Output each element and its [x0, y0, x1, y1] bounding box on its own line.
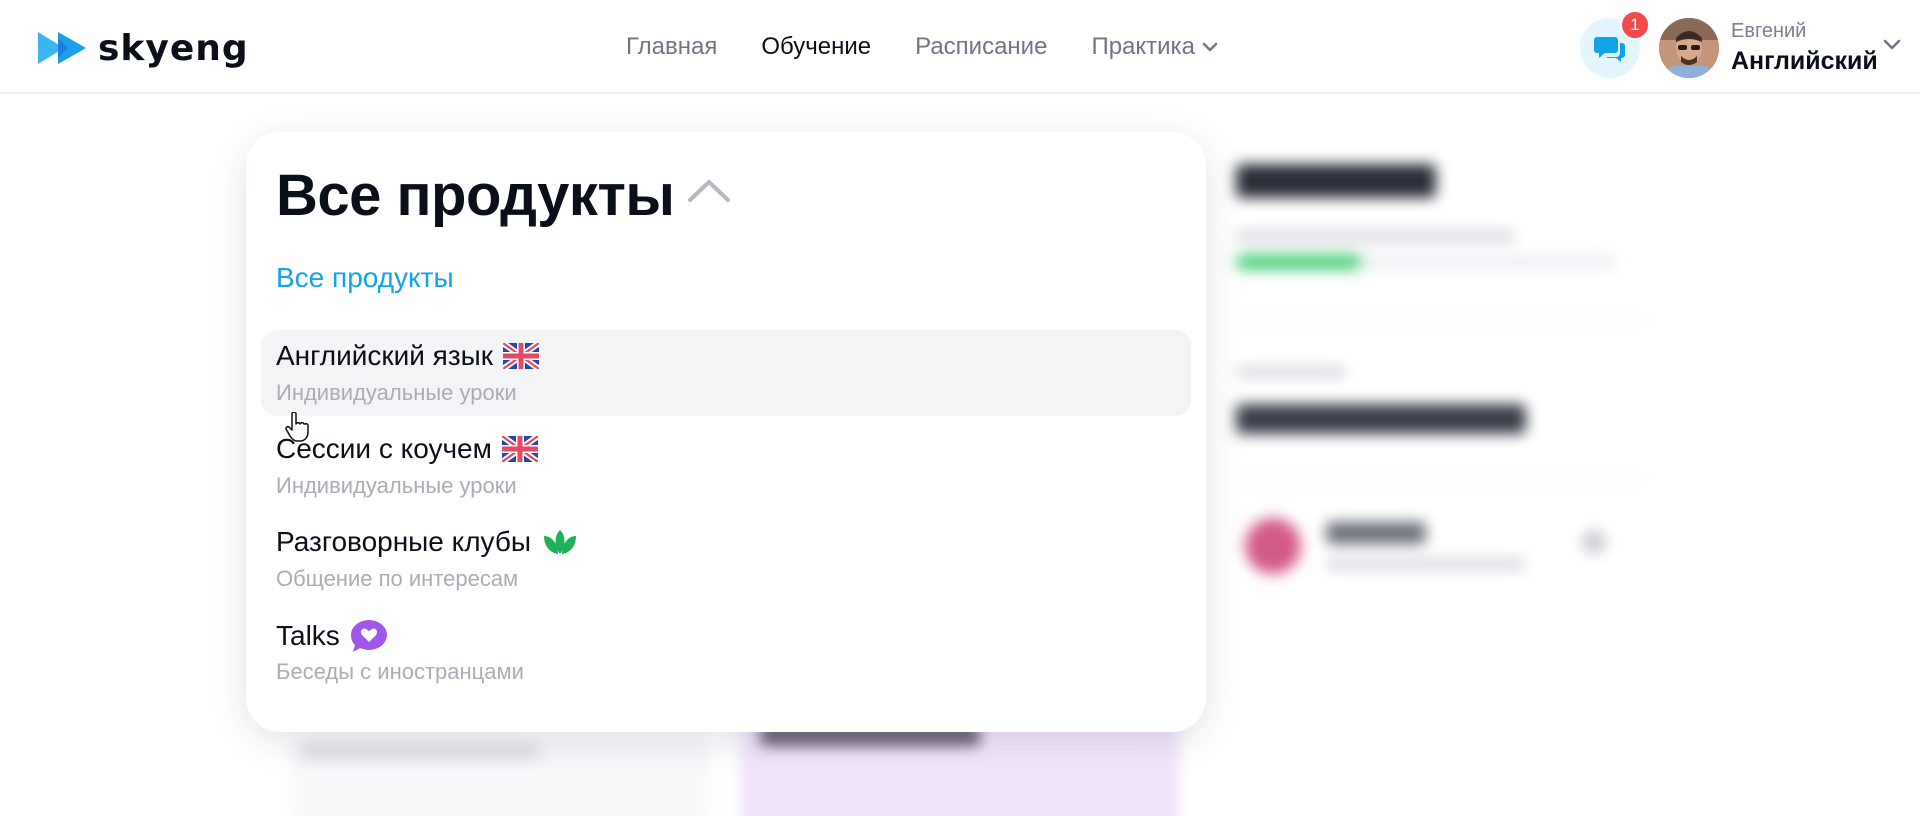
- nav-label: Главная: [626, 33, 718, 60]
- nav-item-home[interactable]: Главная: [626, 33, 717, 61]
- bg-progress-fill: [1236, 254, 1361, 270]
- logo-text: skyeng: [98, 27, 249, 69]
- bg-text-block: [1326, 558, 1526, 570]
- chevron-down-icon[interactable]: [1882, 38, 1902, 52]
- lotus-icon: [544, 530, 577, 554]
- bg-icon-block: [1582, 530, 1606, 554]
- nav-item-schedule[interactable]: Расписание: [915, 33, 1047, 61]
- product-title-text: Talks: [276, 620, 340, 651]
- chevron-up-icon[interactable]: [686, 176, 732, 206]
- product-item-english[interactable]: Английский язык Индивидуальные уроки: [261, 330, 1191, 416]
- avatar[interactable]: [1659, 18, 1719, 78]
- product-item-speaking-clubs[interactable]: Разговорные клубы Общение по интересам: [261, 516, 1191, 602]
- product-item-title: Разговорные клубы: [276, 526, 579, 558]
- bg-divider: [1236, 478, 1646, 480]
- product-item-title: Английский язык: [276, 340, 540, 372]
- bg-text-block: [1326, 522, 1426, 544]
- heart-bubble-icon: [350, 620, 387, 652]
- top-header: skyeng Главная Обучение Расписание Практ…: [0, 0, 1920, 94]
- nav-item-practice[interactable]: Практика: [1091, 33, 1219, 61]
- bg-divider: [1236, 319, 1646, 321]
- product-item-coach-sessions[interactable]: Сессии с коучем Индивидуальные уроки: [261, 423, 1191, 509]
- avatar-photo-icon: [1659, 18, 1719, 78]
- products-dropdown: Все продукты Все продукты Английский язы…: [246, 132, 1206, 732]
- bg-text-block: [300, 744, 540, 758]
- product-title-text: Разговорные клубы: [276, 526, 532, 557]
- product-item-subtitle: Индивидуальные уроки: [276, 473, 517, 498]
- chat-bubbles-icon: [1594, 37, 1625, 62]
- bg-flag-circle: [1245, 518, 1301, 574]
- uk-flag-icon: [501, 436, 538, 462]
- bg-heading-block: [1236, 404, 1526, 434]
- skyeng-logo[interactable]: skyeng: [38, 27, 249, 69]
- user-name: Евгений: [1731, 20, 1807, 42]
- chevron-down-icon: [1202, 42, 1218, 52]
- product-item-subtitle: Индивидуальные уроки: [276, 380, 517, 405]
- all-products-link[interactable]: Все продукты: [276, 262, 454, 294]
- main-nav: Главная Обучение Расписание Практика: [626, 0, 1263, 94]
- product-item-title: Сессии с коучем: [276, 433, 538, 465]
- nav-item-learning[interactable]: Обучение: [761, 33, 871, 61]
- product-item-talks[interactable]: Talks Беседы с иностранцами: [261, 609, 1191, 695]
- user-course: Английский: [1731, 47, 1878, 75]
- nav-label: Практика: [1091, 33, 1195, 60]
- dropdown-title: Все продукты: [276, 163, 675, 228]
- user-menu[interactable]: Евгений Английский: [1731, 20, 1878, 76]
- product-item-title: Talks: [276, 619, 388, 653]
- product-item-subtitle: Общение по интересам: [276, 566, 519, 591]
- bg-heading-block: [1236, 164, 1436, 198]
- bg-text-block: [1236, 366, 1346, 378]
- nav-label: Обучение: [761, 33, 872, 60]
- product-title-text: Английский язык: [276, 340, 494, 371]
- notification-badge: 1: [1620, 10, 1650, 40]
- uk-flag-icon: [503, 343, 540, 369]
- hand-cursor-icon: [285, 412, 309, 442]
- logo-play-icon: [38, 32, 86, 64]
- bg-text-block: [1236, 230, 1516, 242]
- nav-label: Расписание: [915, 33, 1048, 60]
- product-item-subtitle: Беседы с иностранцами: [276, 659, 524, 684]
